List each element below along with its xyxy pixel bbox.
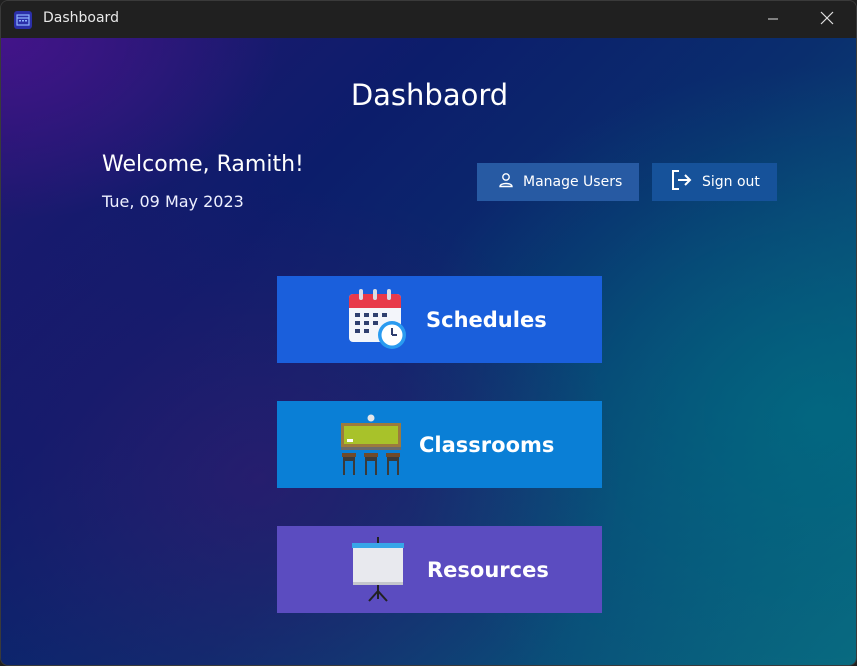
sign-out-label: Sign out: [702, 174, 760, 190]
projector-screen-icon: [349, 537, 407, 607]
user-icon: [497, 171, 515, 193]
sign-out-icon: [670, 168, 694, 196]
resources-tile[interactable]: Resources: [277, 526, 602, 613]
schedules-tile[interactable]: Schedules: [277, 276, 602, 363]
sign-out-button[interactable]: Sign out: [652, 163, 777, 201]
classrooms-tile[interactable]: Classrooms: [277, 401, 602, 488]
minimize-button[interactable]: [750, 1, 796, 38]
minimize-icon: [767, 10, 779, 29]
page-title: Dashbaord: [350, 78, 509, 112]
classrooms-label: Classrooms: [419, 432, 555, 457]
close-button[interactable]: [804, 1, 850, 38]
title-bar[interactable]: Dashboard: [1, 1, 856, 38]
classroom-icon: [339, 413, 403, 481]
manage-users-button[interactable]: Manage Users: [477, 163, 639, 201]
resources-label: Resources: [427, 557, 549, 582]
window-title: Dashboard: [43, 10, 119, 26]
schedules-label: Schedules: [426, 307, 547, 332]
manage-users-label: Manage Users: [523, 174, 623, 190]
app-window: Dashboard Dashbaord Welcome, Ramith! Tue…: [0, 0, 857, 666]
calendar-app-icon: [13, 10, 33, 30]
calendar-clock-icon: [347, 288, 409, 356]
close-icon: [820, 10, 834, 29]
current-date: Tue, 09 May 2023: [102, 192, 244, 211]
dashboard-content: Dashbaord Welcome, Ramith! Tue, 09 May 2…: [1, 38, 856, 665]
welcome-message: Welcome, Ramith!: [102, 152, 304, 177]
